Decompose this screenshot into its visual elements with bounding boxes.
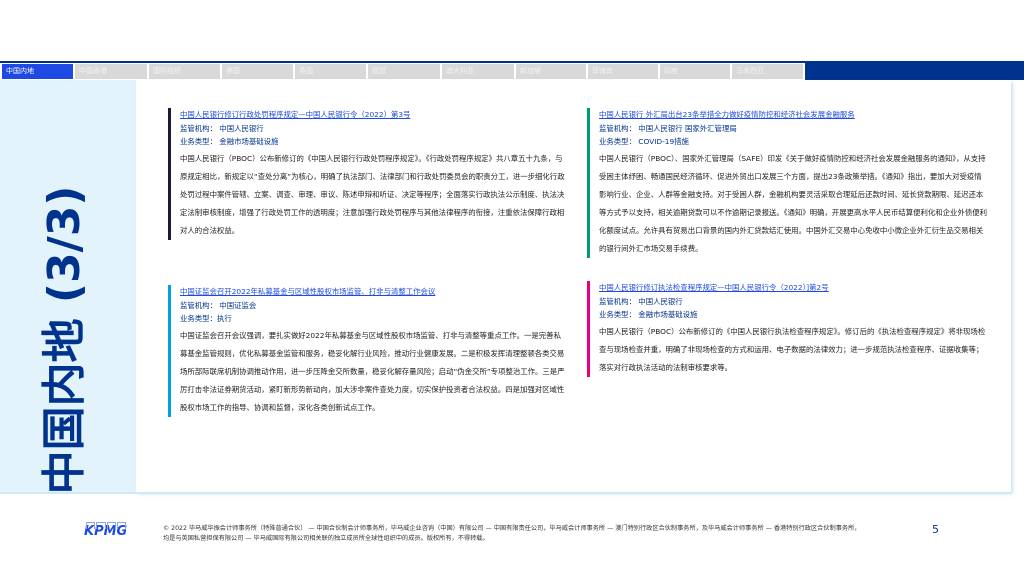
tab-singapore[interactable]: 新加坡 (516, 64, 586, 79)
news-body: 中国人民银行（PBOC）公布新修订的《中国人民银行执法检查程序规定》。修订后的《… (599, 327, 986, 372)
section-side-panel: 中国内地 (3/3) (0, 80, 136, 495)
tab-international[interactable]: 国际组织 (149, 64, 220, 79)
copyright-footer: © 2022 毕马威华振会计师事务所（特殊普通合伙） — 中国合伙制会计师事务所… (163, 525, 861, 542)
page-number: 5 (932, 523, 939, 536)
news-title-link[interactable]: 中国证监会召开2022年私募基金与区域性股权市场监管、打非与清整工作会议 (180, 285, 566, 299)
news-card: 中国人民银行 外汇局出台23条举措全力做好疫情防控和经济社会发展金融服务 监管机… (587, 108, 989, 258)
business-type: 业务类型：执行 (180, 314, 232, 323)
regulator: 监管机构： 中国人民银行 (599, 297, 683, 306)
tab-usa[interactable]: 美国 (222, 64, 293, 79)
news-body: 中国人民银行（PBOC）公布新修订的《中国人民银行行政处罚程序规定》。《行政处罚… (180, 154, 565, 235)
news-card: 中国证监会召开2022年私募基金与区域性股权市场监管、打非与清整工作会议 监管机… (168, 285, 566, 417)
news-body: 中国证监会召开会议强调，要扎实做好2022年私募基金与区域性股权市场监管、打非与… (180, 331, 565, 412)
regulator: 监管机构： 中国证监会 (180, 301, 257, 310)
business-type: 业务类型： 金融市场基础设施 (180, 137, 279, 146)
tab-philippines[interactable]: 菲律宾 (588, 64, 658, 79)
news-title-link[interactable]: 中国人民银行修订执法检查程序规定—中国人民银行令（2022）]第2号 (599, 281, 989, 295)
tab-bar-fill (805, 61, 1024, 80)
news-card: 中国人民银行修订行政处罚程序规定—中国人民银行令（2022）第3号 监管机构： … (168, 108, 566, 240)
news-body: 中国人民银行（PBOC）、国家外汇管理局（SAFE）印发《关于做好疫情防控和经济… (599, 154, 988, 253)
business-type: 业务类型： COVID-19措施 (599, 137, 689, 146)
news-title-link[interactable]: 中国人民银行修订行政处罚程序规定—中国人民银行令（2022）第3号 (180, 108, 566, 122)
region-tab-bar: 中国内地 中国香港 国际组织 美国 英国 欧盟 澳大利亚 新加坡 菲律宾 印度 … (0, 61, 1024, 80)
section-title: 中国内地 (3/3) (39, 185, 90, 495)
divider (0, 492, 1011, 494)
regulator: 监管机构： 中国人民银行 国家外汇管理局 (599, 124, 737, 133)
tab-australia[interactable]: 澳大利亚 (442, 64, 514, 79)
tab-china-mainland[interactable]: 中国内地 (2, 64, 73, 79)
tab-hong-kong[interactable]: 中国香港 (75, 64, 147, 79)
news-title-link[interactable]: 中国人民银行 外汇局出台23条举措全力做好疫情防控和经济社会发展金融服务 (599, 108, 989, 122)
tab-eu[interactable]: 欧盟 (368, 64, 440, 79)
tab-uk[interactable]: 英国 (295, 64, 366, 79)
kpmg-logo: KPMG (84, 522, 127, 539)
business-type: 业务类型： 金融市场基础设施 (599, 310, 698, 319)
tab-malaysia[interactable]: 马来西亚 (732, 64, 803, 79)
tab-india[interactable]: 印度 (660, 64, 730, 79)
news-card: 中国人民银行修订执法检查程序规定—中国人民银行令（2022）]第2号 监管机构：… (587, 281, 989, 377)
regulator: 监管机构： 中国人民银行 (180, 124, 264, 133)
